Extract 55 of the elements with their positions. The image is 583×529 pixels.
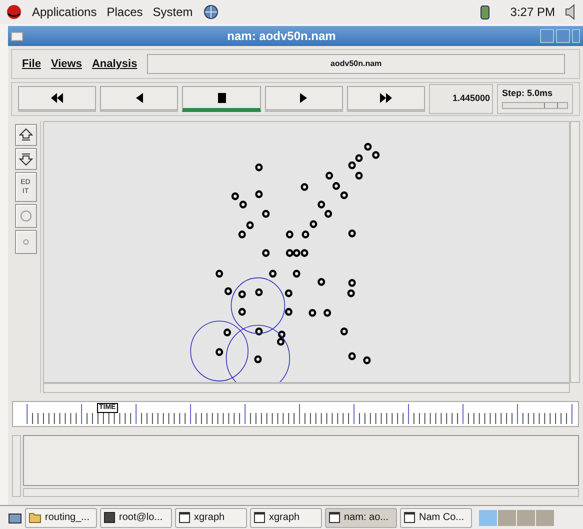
rewind-icon bbox=[51, 93, 64, 103]
window-icon bbox=[254, 512, 265, 523]
circle-icon bbox=[20, 210, 32, 222]
taskbar-button[interactable]: nam: ao... bbox=[325, 508, 397, 528]
horizontal-scrollbar[interactable] bbox=[23, 488, 579, 497]
menu-item[interactable]: Views bbox=[50, 56, 82, 72]
window-icon bbox=[179, 512, 190, 523]
workspace-switcher-item[interactable] bbox=[498, 510, 516, 526]
file-name-field: aodv50n.nam bbox=[147, 54, 565, 74]
panel-menu[interactable]: Applications bbox=[32, 3, 97, 21]
circle-tool-button[interactable] bbox=[14, 204, 36, 228]
arrow-up-icon bbox=[18, 128, 32, 142]
speaker-icon bbox=[565, 4, 577, 20]
zoom-out-button[interactable] bbox=[14, 148, 36, 170]
menu-item[interactable]: File bbox=[22, 56, 41, 72]
vertical-scrollbar[interactable] bbox=[570, 121, 580, 383]
workspace-switcher-item[interactable] bbox=[479, 510, 497, 526]
arrow-down-icon bbox=[18, 152, 32, 166]
terminal-icon bbox=[104, 512, 115, 523]
window-title: nam: aodv50n.nam bbox=[226, 28, 337, 45]
panel-menu[interactable]: Places bbox=[106, 3, 143, 21]
taskbar-button[interactable]: root@lo... bbox=[100, 508, 172, 528]
taskbar-button[interactable]: Nam Co... bbox=[400, 508, 472, 528]
window-icon bbox=[329, 512, 340, 523]
horizontal-scrollbar[interactable] bbox=[43, 383, 570, 393]
zoom-in-button[interactable] bbox=[14, 124, 36, 146]
dot-tool-button[interactable] bbox=[14, 230, 36, 254]
forward-button[interactable] bbox=[346, 86, 426, 112]
vertical-scrollbar[interactable] bbox=[12, 435, 21, 497]
globe-icon bbox=[202, 4, 219, 20]
clock: 3:27 PM bbox=[510, 4, 555, 21]
taskbar-button[interactable]: xgraph bbox=[250, 508, 322, 528]
step-label: Step: 5.0ms bbox=[502, 87, 554, 100]
back-icon bbox=[136, 93, 143, 103]
play-icon bbox=[300, 93, 308, 103]
workspace-switcher-item[interactable] bbox=[536, 510, 554, 526]
battery-icon bbox=[478, 4, 492, 20]
desktop-icon[interactable] bbox=[8, 510, 22, 524]
hat-icon bbox=[6, 4, 22, 20]
taskbar-button[interactable]: xgraph bbox=[175, 508, 247, 528]
window-icon bbox=[404, 512, 415, 523]
folder-icon bbox=[29, 512, 41, 523]
stop-icon bbox=[218, 92, 226, 102]
window-menu-icon[interactable] bbox=[11, 32, 23, 40]
step-slider-thumb[interactable] bbox=[544, 102, 558, 108]
panel-menu[interactable]: System bbox=[152, 3, 193, 21]
taskbar-button[interactable]: routing_... bbox=[25, 508, 97, 528]
stop-button[interactable] bbox=[182, 86, 261, 112]
menu-item[interactable]: Analysis bbox=[92, 56, 138, 72]
rewind-button[interactable] bbox=[18, 86, 96, 112]
step-slider-track[interactable] bbox=[502, 102, 568, 108]
small-circle-icon bbox=[22, 239, 28, 245]
time-display: 1.445000 bbox=[429, 84, 494, 114]
workspace-switcher-item[interactable] bbox=[517, 510, 535, 526]
forward-icon bbox=[380, 93, 392, 103]
